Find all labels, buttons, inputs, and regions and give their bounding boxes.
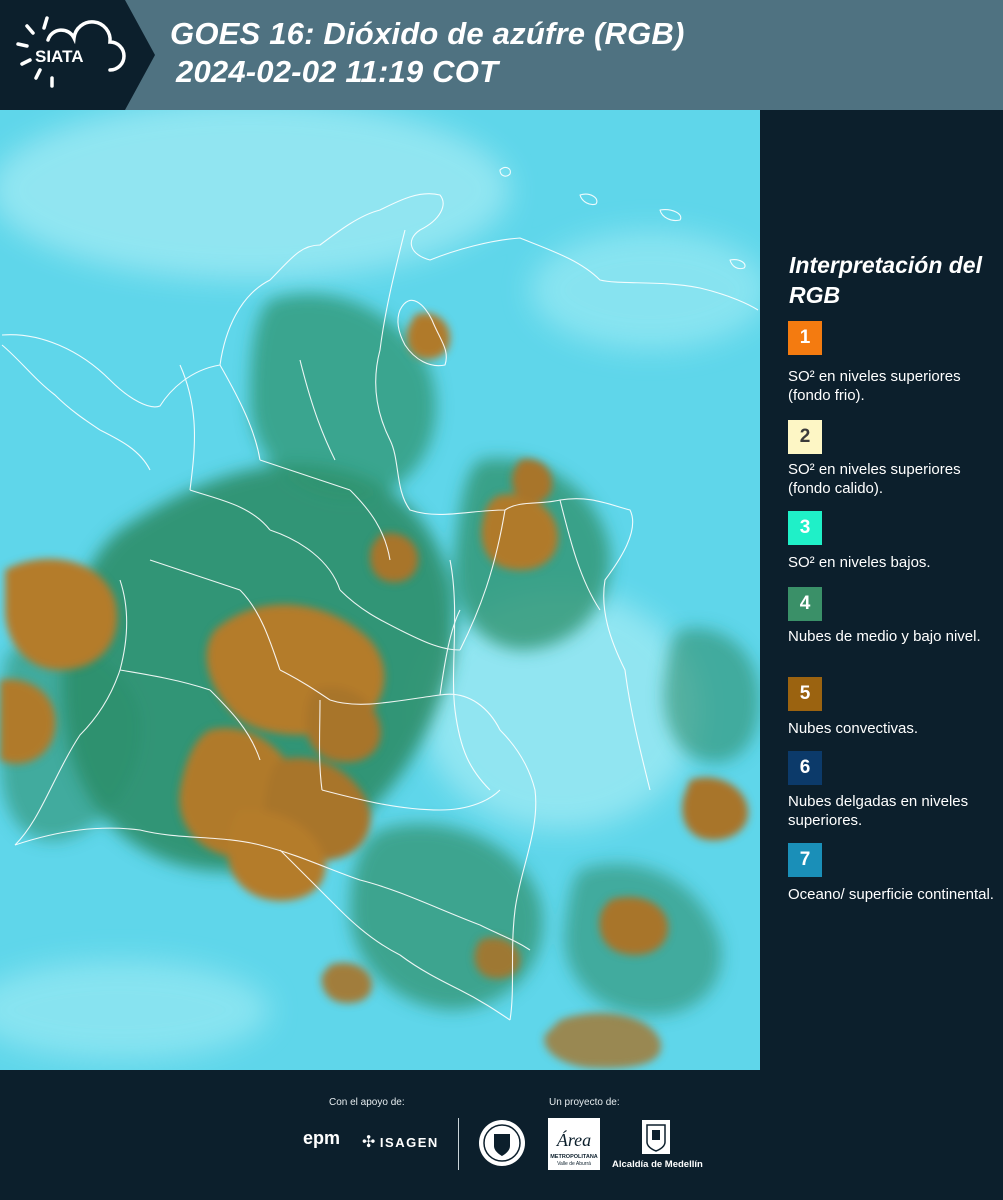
siata-logo: SIATA bbox=[0, 0, 155, 110]
area-metropolitana-logo: Área METROPOLITANA Valle de Aburrá bbox=[548, 1118, 600, 1170]
legend-number: 2 bbox=[799, 426, 811, 447]
legend-swatch-6: 6 bbox=[788, 751, 822, 785]
legend-text-7: Oceano/ superficie continental. bbox=[788, 886, 994, 903]
legend-number: 1 bbox=[799, 327, 811, 348]
legend-swatch-1: 1 bbox=[788, 321, 822, 355]
legend-text-4: Nubes de medio y bajo nivel. bbox=[788, 628, 981, 645]
legend-number: 5 bbox=[799, 683, 811, 704]
svg-text:METROPOLITANA: METROPOLITANA bbox=[550, 1154, 598, 1160]
isagen-icon: ✣ bbox=[362, 1134, 377, 1151]
legend-text-3: SO² en niveles bajos. bbox=[788, 554, 931, 571]
legend-number: 6 bbox=[799, 757, 811, 778]
legend-text-2: SO² en niveles superiores (fondo calido)… bbox=[788, 461, 961, 497]
svg-text:Área: Área bbox=[556, 1129, 591, 1150]
logo-text: SIATA bbox=[35, 47, 83, 66]
legend-swatch-2: 2 bbox=[788, 420, 822, 454]
satellite-map bbox=[0, 110, 760, 1070]
isagen-logo: ✣ ISAGEN bbox=[362, 1134, 439, 1151]
epm-logo: epm bbox=[303, 1128, 341, 1148]
alcaldia-shield-icon bbox=[642, 1120, 670, 1154]
legend-number: 3 bbox=[799, 517, 811, 538]
header-bar: SIATA GOES 16: Dióxido de azúfre (RGB) 2… bbox=[0, 0, 1003, 110]
alcaldia-label: Alcaldía de Medellín bbox=[612, 1159, 703, 1170]
legend-swatch-5: 5 bbox=[788, 677, 822, 711]
support-label: Con el apoyo de: bbox=[329, 1097, 405, 1108]
legend-panel: Interpretación del RGB 1 SO² en niveles … bbox=[760, 110, 1003, 1070]
timestamp: 2024-02-02 11:19 COT bbox=[176, 54, 499, 89]
medellin-seal-icon bbox=[479, 1120, 525, 1166]
satellite-rgb-image bbox=[0, 110, 760, 1070]
page-title: GOES 16: Dióxido de azúfre (RGB) bbox=[170, 16, 685, 51]
svg-text:Valle de Aburrá: Valle de Aburrá bbox=[557, 1161, 591, 1167]
legend-text-6: Nubes delgadas en niveles superiores. bbox=[788, 793, 969, 829]
legend-text-1: SO² en niveles superiores (fondo frio). bbox=[788, 368, 961, 404]
footer-divider bbox=[458, 1118, 459, 1170]
legend-number: 4 bbox=[799, 593, 811, 614]
legend-swatch-4: 4 bbox=[788, 587, 822, 621]
legend-swatch-7: 7 bbox=[788, 843, 822, 877]
legend-text-5: Nubes convectivas. bbox=[788, 720, 919, 737]
project-label: Un proyecto de: bbox=[549, 1097, 620, 1108]
legend-title: Interpretación del RGB bbox=[789, 252, 982, 308]
legend-number: 7 bbox=[799, 849, 811, 870]
legend-swatch-3: 3 bbox=[788, 511, 822, 545]
footer: Con el apoyo de: Un proyecto de: epm ✣ IS… bbox=[0, 1070, 1003, 1200]
